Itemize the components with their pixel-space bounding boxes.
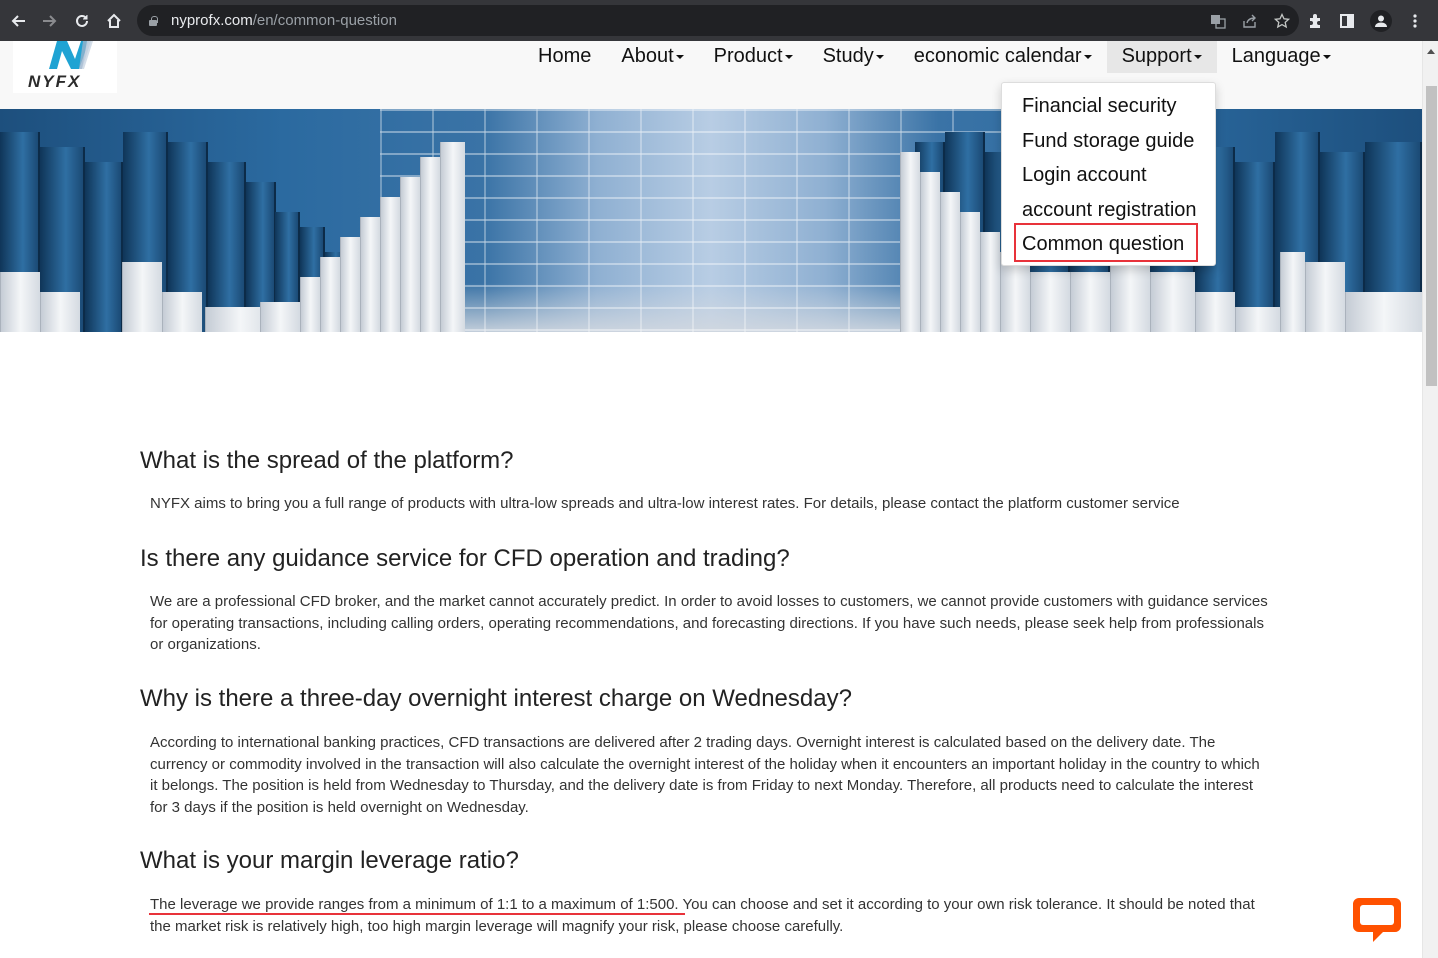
caret-down-icon [784, 54, 793, 59]
lock-icon[interactable] [149, 15, 158, 26]
banner-bar [85, 162, 123, 332]
banner-bar [162, 292, 202, 332]
support-dropdown-menu: Financial security Fund storage guide Lo… [1001, 82, 1216, 266]
faq-answer: We are a professional CFD broker, and th… [150, 593, 1268, 653]
profile-icon[interactable] [1370, 9, 1392, 32]
nav-label: About [621, 45, 674, 67]
banner-bar [380, 197, 400, 332]
url-path: /en/common-question [252, 12, 397, 29]
menu-item-login-account[interactable]: Login account [1002, 160, 1215, 195]
banner-bar [0, 272, 40, 332]
nav-product[interactable]: Product [699, 41, 808, 73]
page-scrollbar[interactable] [1422, 41, 1438, 958]
menu-dots-icon[interactable] [1406, 12, 1424, 30]
nav-support[interactable]: Support [1106, 41, 1217, 73]
extensions-icon[interactable] [1306, 12, 1324, 30]
menu-item-common-question[interactable]: Common question [1002, 229, 1215, 264]
nav-label: Support [1121, 45, 1192, 67]
nav-about[interactable]: About [606, 41, 698, 73]
banner-bar [440, 142, 465, 332]
faq-question: What is your margin leverage ratio? [140, 847, 519, 874]
faq-answer: According to international banking pract… [150, 734, 1260, 816]
faq-question: Is there any guidance service for CFD op… [140, 545, 790, 572]
share-icon[interactable] [1241, 12, 1259, 30]
nav-label: Study [822, 45, 874, 67]
nav-home[interactable]: Home [523, 41, 606, 73]
nav-label: Language [1231, 45, 1321, 67]
banner-bar [400, 177, 420, 332]
reload-icon[interactable] [66, 5, 98, 37]
translate-icon[interactable] [1209, 12, 1227, 30]
banner-bar [340, 237, 360, 332]
web-page: NYFX Home About Product Study economic c… [0, 41, 1422, 958]
banner-bar [1030, 272, 1070, 332]
chat-bubble-icon [1353, 898, 1401, 942]
menu-item-account-registration[interactable]: account registration [1002, 195, 1215, 230]
url-host: nyprofx.com [171, 12, 253, 29]
caret-down-icon [675, 54, 684, 59]
caret-down-icon [1193, 54, 1202, 59]
faq-answer: NYFX aims to bring you a full range of p… [150, 495, 1180, 512]
banner-bar [980, 232, 1000, 332]
banner-bar [1235, 307, 1280, 332]
browser-toolbar: nyprofx.com/en/common-question [0, 0, 1438, 41]
banner-bar [940, 192, 960, 332]
banner-bar [1305, 262, 1345, 332]
banner-bar [1345, 292, 1422, 332]
site-logo[interactable]: NYFX [13, 41, 117, 93]
faq-question: What is the spread of the platform? [140, 447, 514, 474]
logo-text: NYFX [28, 72, 82, 91]
bookmark-star-icon[interactable] [1273, 12, 1291, 30]
live-chat-button[interactable] [1351, 892, 1403, 944]
nav-label: Product [713, 45, 783, 67]
side-panel-icon[interactable] [1338, 12, 1356, 30]
banner-bar [320, 257, 340, 332]
back-icon[interactable] [2, 5, 34, 37]
banner-bar [122, 262, 162, 332]
banner-bar [1195, 292, 1235, 332]
forward-icon[interactable] [34, 5, 66, 37]
scroll-thumb[interactable] [1426, 86, 1437, 386]
banner-bar [960, 212, 980, 332]
nav-label: Home [538, 45, 592, 67]
url-text[interactable]: nyprofx.com/en/common-question [171, 12, 397, 29]
home-icon[interactable] [98, 5, 130, 37]
banner-bar [420, 157, 440, 332]
banner-bar [1150, 272, 1195, 332]
nav-language[interactable]: Language [1217, 41, 1346, 73]
faq-question: Why is there a three-day overnight inter… [140, 685, 852, 712]
red-underline-annotation [149, 913, 685, 915]
nav-label: economic calendar [913, 45, 1082, 67]
menu-item-financial-security[interactable]: Financial security [1002, 91, 1215, 126]
menu-item-fund-storage-guide[interactable]: Fund storage guide [1002, 126, 1215, 161]
banner-bar [260, 302, 300, 332]
caret-down-icon [1322, 54, 1331, 59]
banner-bar [300, 277, 320, 332]
banner-bar [40, 292, 80, 332]
faq-answer: The leverage we provide ranges from a mi… [150, 896, 1255, 935]
banner-bar [1070, 272, 1110, 332]
banner-bar [900, 152, 920, 332]
caret-down-icon [875, 54, 884, 59]
main-nav: Home About Product Study economic calend… [523, 41, 1346, 73]
banner-bar [360, 217, 380, 332]
banner-bar [920, 172, 940, 332]
logo-mark-icon [49, 41, 93, 69]
caret-down-icon [1083, 54, 1092, 59]
address-bar[interactable]: nyprofx.com/en/common-question [137, 5, 1299, 36]
nav-economic-calendar[interactable]: economic calendar [899, 41, 1107, 73]
nav-study[interactable]: Study [808, 41, 899, 73]
scroll-up-arrow-icon[interactable] [1427, 49, 1435, 54]
banner-bar [1280, 252, 1305, 332]
